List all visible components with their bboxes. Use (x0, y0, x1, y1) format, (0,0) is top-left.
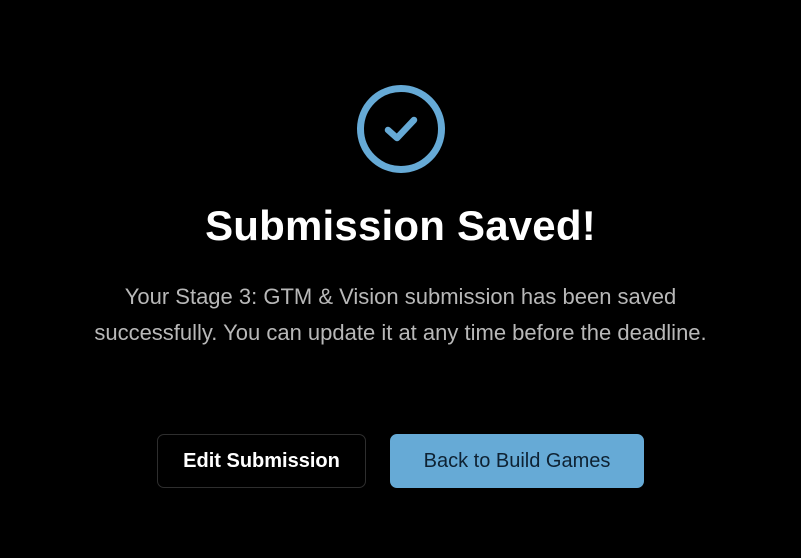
check-circle-icon (356, 84, 446, 174)
edit-submission-button[interactable]: Edit Submission (157, 434, 366, 488)
page-title: Submission Saved! (205, 202, 596, 249)
submission-saved-screen: Submission Saved! Your Stage 3: GTM & Vi… (0, 0, 801, 558)
back-to-build-games-button[interactable]: Back to Build Games (390, 434, 644, 488)
success-message: Your Stage 3: GTM & Vision submission ha… (94, 284, 707, 345)
